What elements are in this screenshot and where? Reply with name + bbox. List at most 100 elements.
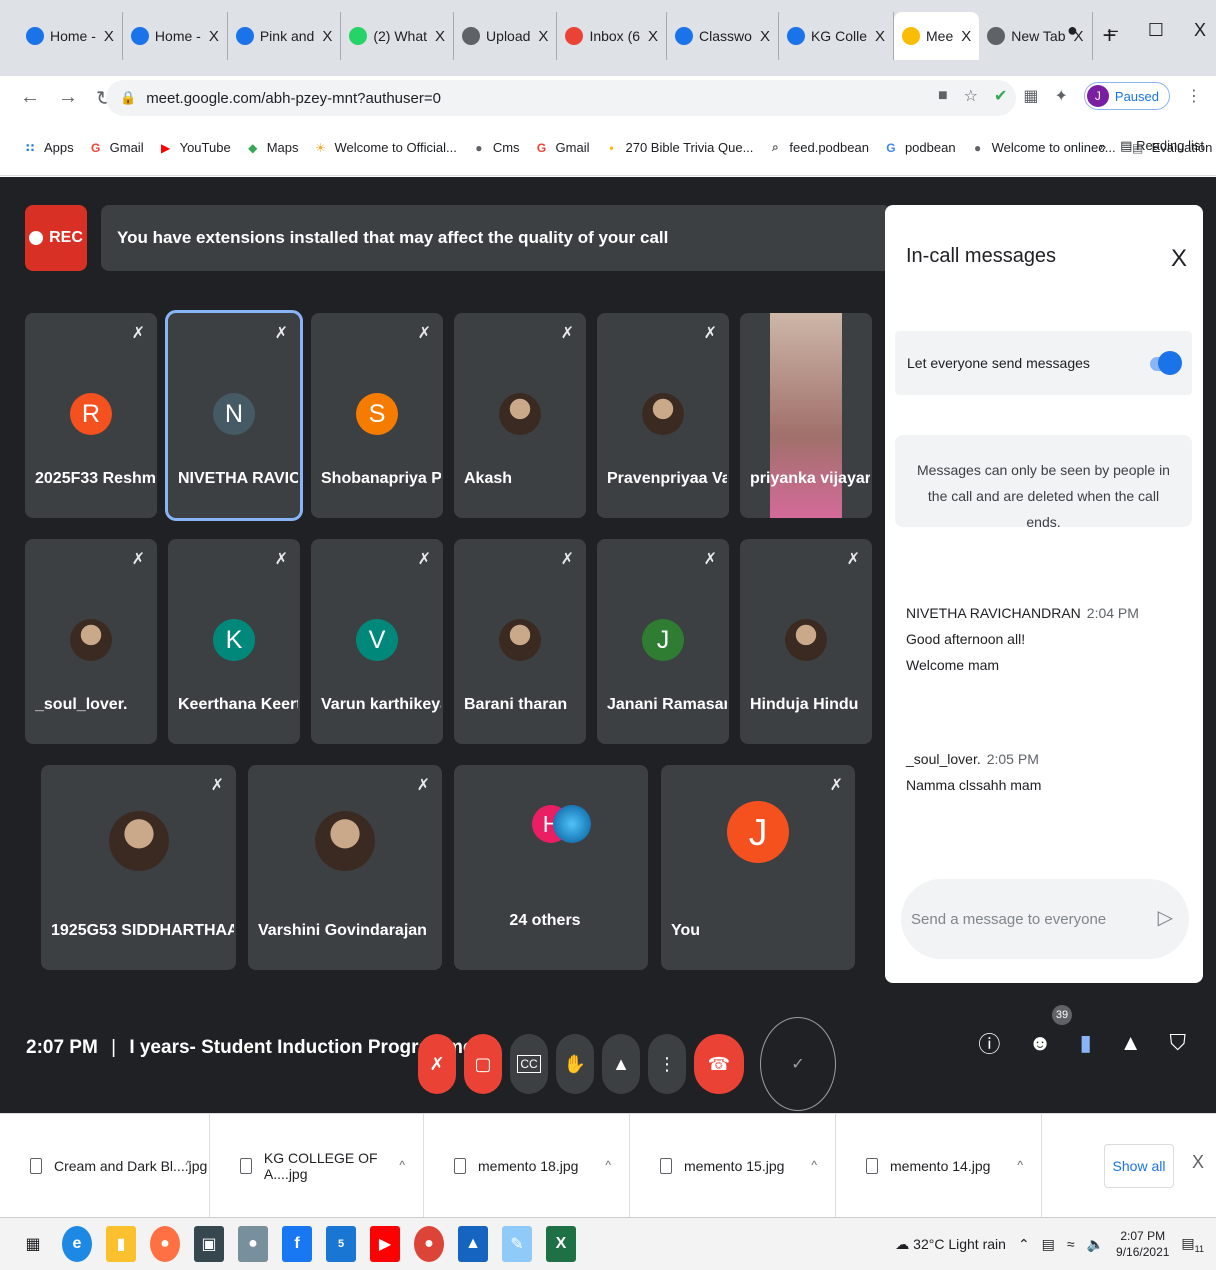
extension-check-button[interactable]: ✓ (760, 1017, 836, 1111)
download-options-chevron[interactable]: ^ (185, 1158, 191, 1172)
camera-off-button[interactable]: ▢ (464, 1034, 502, 1094)
weather-widget[interactable]: ☁ 32°C Light rain (895, 1236, 1006, 1253)
bookmarks-overflow-button[interactable]: » (1099, 139, 1106, 154)
back-arrow-icon[interactable]: ← (20, 86, 40, 111)
puzzle-extensions-icon[interactable]: ✦ (1055, 86, 1068, 106)
close-window-button[interactable]: X (1194, 20, 1206, 41)
participant-tile[interactable]: V ✗ Varun karthikeyan (311, 539, 443, 744)
minimize-button[interactable]: – (1108, 20, 1118, 41)
wifi-icon[interactable]: ≈ (1067, 1236, 1075, 1252)
participant-tile[interactable]: ✗ 1925G53 SIDDHARTHAAN K S (41, 765, 236, 970)
chrome-profile-icon[interactable]: ● (1067, 20, 1078, 41)
more-options-button[interactable]: ⋮ (648, 1034, 686, 1094)
info-icon[interactable]: ⓘ (978, 1027, 1000, 1059)
bookmark-item[interactable]: ● Cms (471, 140, 519, 156)
chat-icon[interactable]: ▮ (1080, 1030, 1092, 1056)
tab-close-icon[interactable]: X (961, 28, 971, 45)
close-downloads-button[interactable]: X (1192, 1152, 1204, 1173)
clock[interactable]: 2:07 PM 9/16/2021 (1116, 1228, 1169, 1260)
raise-hand-button[interactable]: ✋ (556, 1034, 594, 1094)
bookmark-item[interactable]: ⌕ feed.podbean (767, 140, 869, 156)
participant-tile[interactable]: R ✗ 2025F33 Reshma (25, 313, 157, 518)
tab-3[interactable]: (2) What X (341, 12, 455, 60)
store-icon[interactable]: ▣ (194, 1226, 224, 1262)
participant-tile[interactable]: J ✗ Janani Ramasamy (597, 539, 729, 744)
download-options-chevron[interactable]: ^ (811, 1158, 817, 1172)
grid-extension-icon[interactable]: ▦ (1023, 86, 1038, 106)
people-icon[interactable]: ☻ (1028, 1030, 1051, 1056)
tab-5[interactable]: Inbox (6 X (557, 12, 668, 60)
download-item[interactable]: memento 14.jpg ^ (836, 1114, 1042, 1218)
bookmark-item[interactable]: G Gmail (88, 140, 144, 156)
profile-button[interactable]: J Paused (1083, 82, 1170, 110)
participant-tile[interactable]: J ✗ You (661, 765, 855, 970)
url-input[interactable]: 🔒 meet.google.com/abh-pzey-mnt?authuser=… (106, 80, 1016, 116)
participant-tile[interactable]: priyanka vijayaraj (740, 313, 872, 518)
participant-tile[interactable]: N ✗ NIVETHA RAVICH... (165, 310, 303, 521)
edge-icon[interactable]: e (62, 1226, 92, 1262)
reading-list-button[interactable]: ▤ Reading list (1120, 138, 1204, 154)
tab-close-icon[interactable]: X (104, 28, 114, 45)
battery-icon[interactable]: ▤ (1042, 1236, 1055, 1253)
tab-2[interactable]: Pink and X (228, 12, 342, 60)
participant-tile[interactable]: ✗ Hinduja Hindu (740, 539, 872, 744)
checkmark-extension-icon[interactable]: ✔ (994, 86, 1007, 106)
bookmark-item[interactable]: G Gmail (534, 140, 590, 156)
mail-icon[interactable]: 5 (326, 1226, 356, 1262)
participant-tile[interactable]: ✗ _soul_lover. (25, 539, 157, 744)
windows-start-icon[interactable]: ▦ (18, 1226, 48, 1262)
activities-icon[interactable]: ▲ (1120, 1030, 1142, 1056)
participant-tile[interactable]: K ✗ Keerthana Keert... (168, 539, 300, 744)
download-options-chevron[interactable]: ^ (399, 1158, 405, 1172)
excel-icon[interactable]: X (546, 1226, 576, 1262)
tab-close-icon[interactable]: X (648, 28, 658, 45)
tab-close-icon[interactable]: X (875, 28, 885, 45)
facebook-icon[interactable]: f (282, 1226, 312, 1262)
participant-tile[interactable]: H 24 others (454, 765, 648, 970)
download-item[interactable]: memento 15.jpg ^ (630, 1114, 836, 1218)
recorder-icon[interactable]: ● (238, 1226, 268, 1262)
tab-7[interactable]: KG Colle X (779, 12, 895, 60)
participant-tile[interactable]: ✗ Akash (454, 313, 586, 518)
tab-6[interactable]: Classwo X (667, 12, 779, 60)
captions-button[interactable]: CC (510, 1034, 548, 1094)
participant-tile[interactable]: ✗ Barani tharan (454, 539, 586, 744)
present-button[interactable]: ▲ (602, 1034, 640, 1094)
participant-tile[interactable]: S ✗ Shobanapriya Pal... (311, 313, 443, 518)
download-item[interactable]: KG COLLEGE OF A....jpg ^ (210, 1114, 424, 1218)
youtube-app-icon[interactable]: ▶ (370, 1226, 400, 1262)
extensions-warning-banner[interactable]: You have extensions installed that may a… (101, 205, 891, 271)
restore-button[interactable]: ☐ (1148, 20, 1164, 41)
chrome-icon[interactable]: ● (414, 1226, 444, 1262)
tab-close-icon[interactable]: X (760, 28, 770, 45)
send-messages-toggle[interactable] (1150, 349, 1182, 377)
tab-4[interactable]: Upload X (454, 12, 558, 60)
camera-indicator-icon[interactable]: ■ (938, 87, 948, 105)
tab-8[interactable]: Mee X (894, 12, 980, 60)
tab-1[interactable]: Home - X (123, 12, 228, 60)
tab-close-icon[interactable]: X (322, 28, 332, 45)
volume-icon[interactable]: 🔈 (1087, 1236, 1104, 1253)
download-options-chevron[interactable]: ^ (1017, 1158, 1023, 1172)
lock-icon[interactable]: 🔒 (120, 90, 136, 106)
host-controls-icon[interactable]: ⛉ (1169, 1030, 1186, 1056)
bookmark-item[interactable]: ∷ Apps (22, 140, 74, 156)
mic-off-button[interactable]: ✗ (418, 1034, 456, 1094)
menu-kebab-icon[interactable]: ⋮ (1186, 86, 1202, 106)
bookmark-item[interactable]: • 270 Bible Trivia Que... (604, 140, 753, 156)
bookmark-item[interactable]: ▶ YouTube (158, 140, 231, 156)
tab-0[interactable]: Home - X (18, 12, 123, 60)
bookmark-star-icon[interactable]: ☆ (964, 86, 978, 106)
leave-call-button[interactable]: ☎ (694, 1034, 744, 1094)
participant-tile[interactable]: ✗ Pravenpriyaa Val... (597, 313, 729, 518)
download-item[interactable]: memento 18.jpg ^ (424, 1114, 630, 1218)
message-compose-input[interactable]: Send a message to everyone ▷ (901, 879, 1189, 959)
firefox-icon[interactable]: ● (150, 1226, 180, 1262)
close-panel-button[interactable]: X (1171, 245, 1187, 273)
bookmark-item[interactable]: Gpodbean (883, 140, 955, 156)
download-item[interactable]: Cream and Dark Bl....jpg ^ (0, 1114, 210, 1218)
bookmark-item[interactable]: ☀ Welcome to Official... (312, 140, 457, 156)
notifications-icon[interactable]: ▤11 (1181, 1235, 1204, 1254)
tray-chevron-icon[interactable]: ⌃ (1018, 1236, 1030, 1253)
bookmark-item[interactable]: ◆ Maps (245, 140, 298, 156)
